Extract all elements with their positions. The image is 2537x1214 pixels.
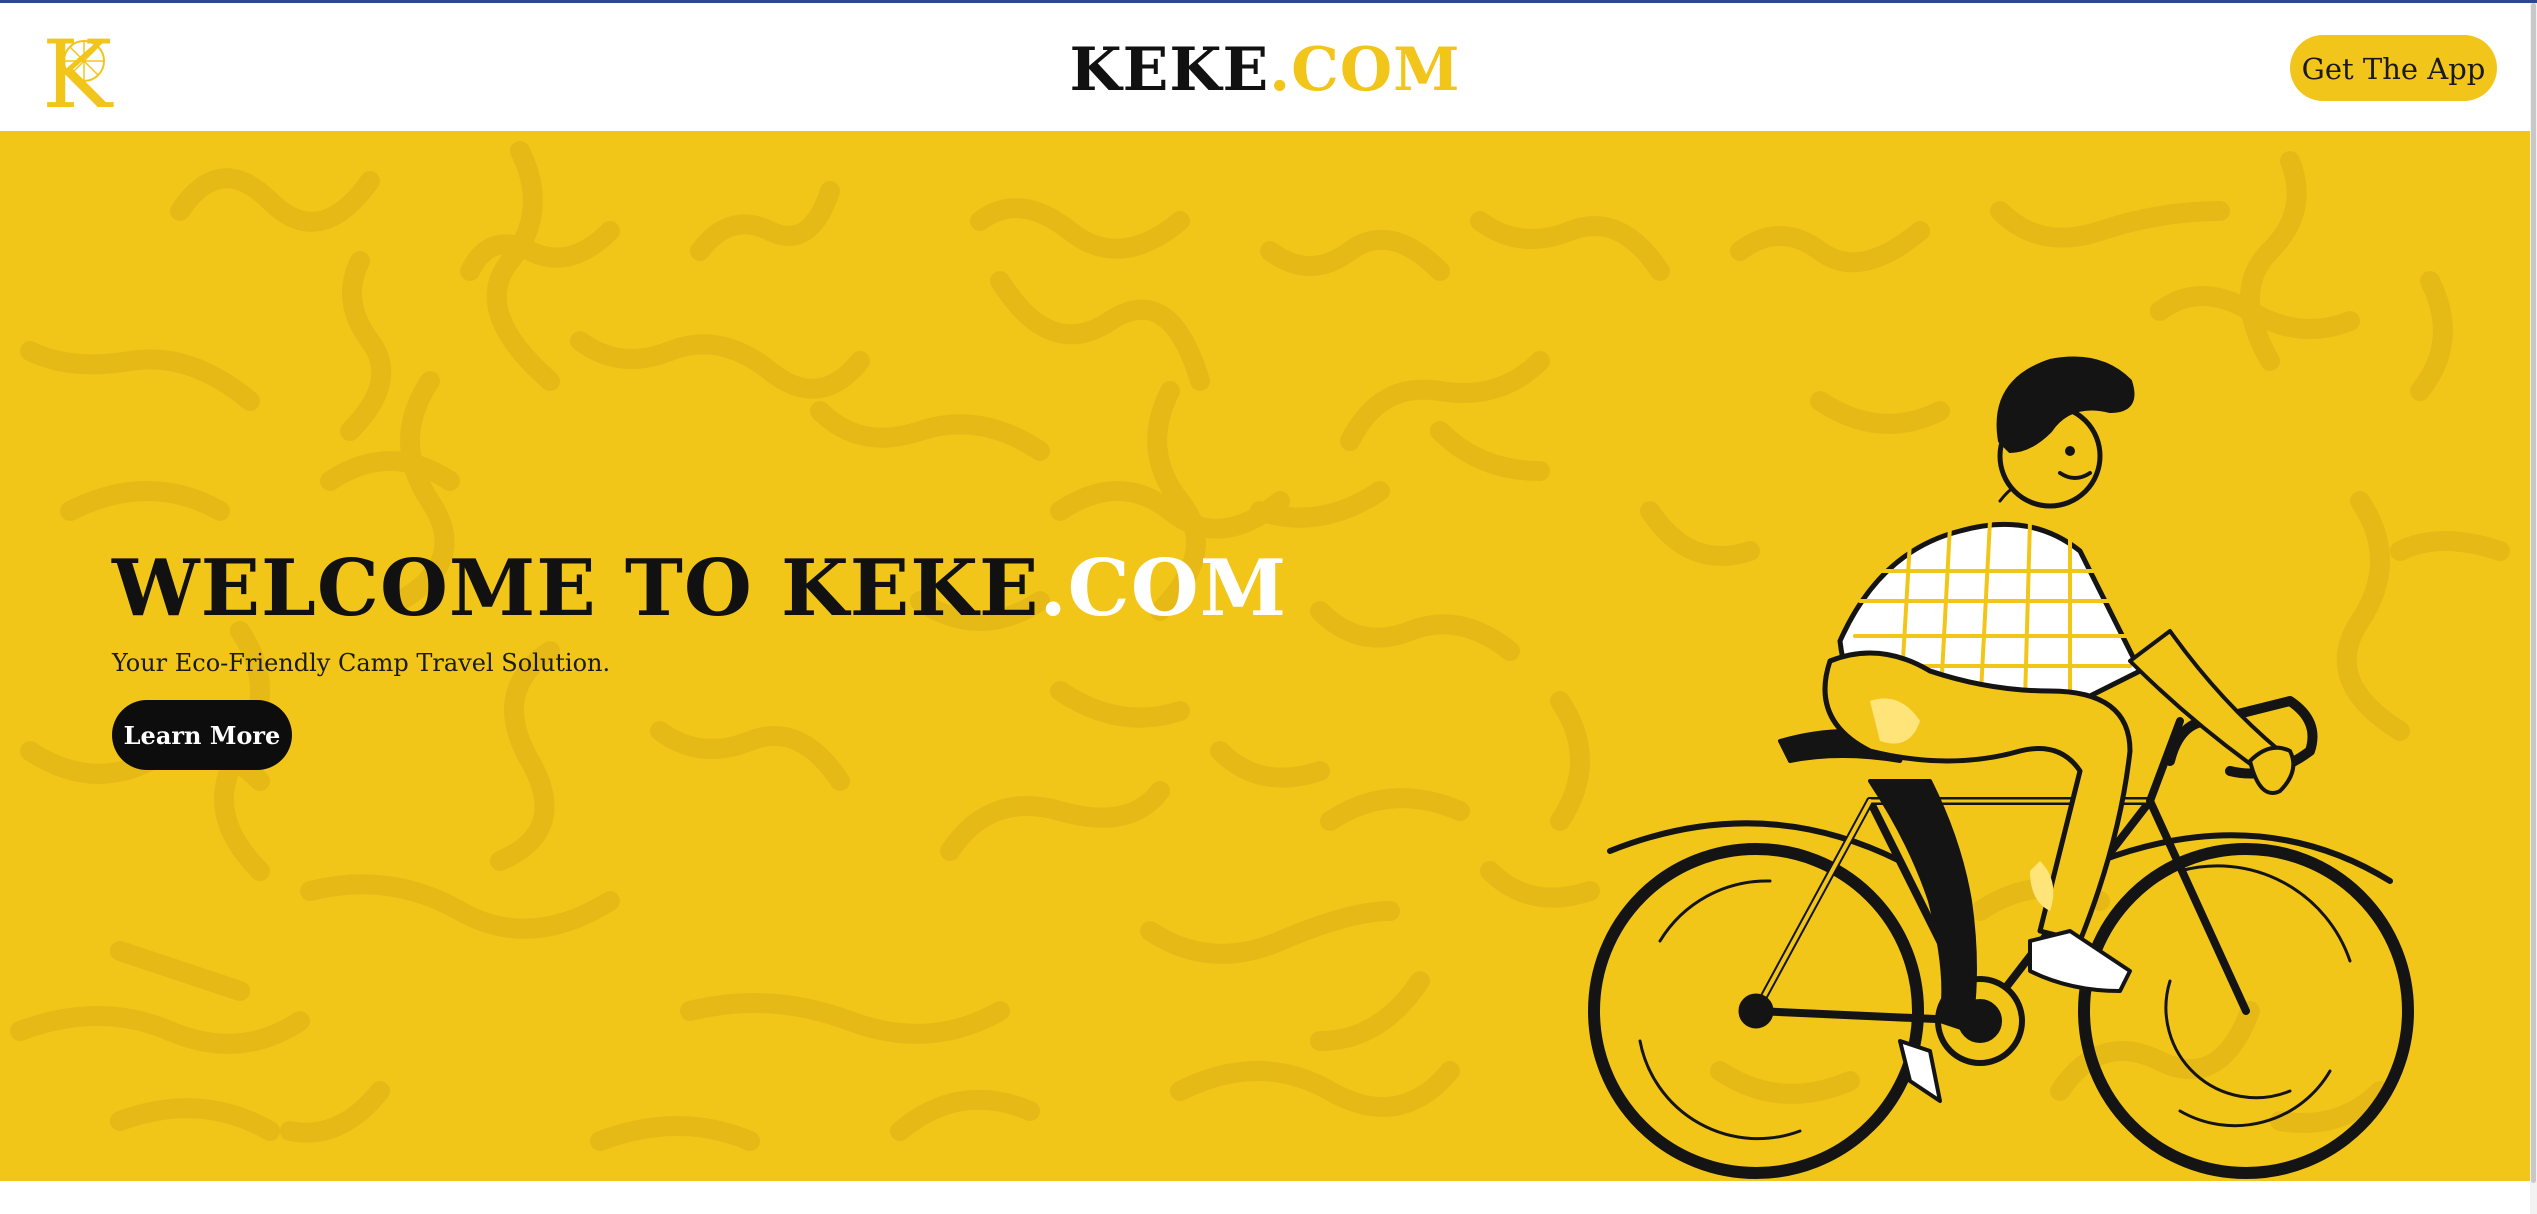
scrollbar-thumb[interactable] — [2531, 3, 2536, 1183]
brand-domain: .COM — [1269, 35, 1461, 105]
brand-title: KEKE.COM — [0, 33, 2530, 107]
brand-name: KEKE — [1069, 35, 1270, 105]
get-the-app-button[interactable]: Get The App — [2290, 35, 2497, 101]
hero-section: WELCOME TO KEKE.COM Your Eco-Friendly Ca… — [0, 131, 2530, 1181]
site-header: K KEKE.COM Get The App — [0, 3, 2530, 131]
hero-subtitle: Your Eco-Friendly Camp Travel Solution. — [112, 649, 611, 677]
page-scrollbar[interactable] — [2530, 3, 2537, 1214]
learn-more-button[interactable]: Learn More — [112, 700, 292, 770]
hero-title-main: WELCOME TO KEKE — [112, 543, 1040, 634]
cyclist-illustration-icon — [1588, 356, 2414, 1179]
page-content-below — [0, 1181, 2530, 1214]
hero-title: WELCOME TO KEKE.COM — [112, 539, 1287, 639]
hero-title-domain: .COM — [1039, 543, 1288, 634]
